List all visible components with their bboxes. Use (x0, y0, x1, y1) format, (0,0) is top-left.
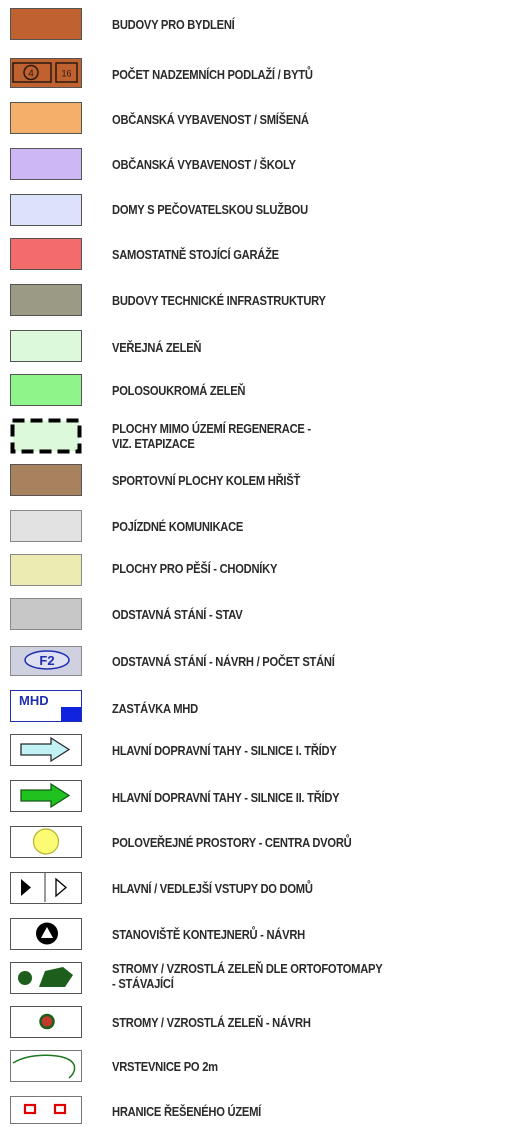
yellow-circle-icon (32, 828, 60, 855)
legend-label-line1: STROMY / VZROSTLÁ ZELEŇ DLE ORTOFOTOMAPY (112, 961, 383, 976)
legend-label: POLOVEŘEJNÉ PROSTORY - CENTRA DVORŮ (112, 835, 352, 850)
swatch-entrances (10, 872, 82, 904)
swatch-trees-proposal (10, 1006, 82, 1038)
swatch-sidewalks (10, 554, 82, 586)
legend-label: VRSTEVNICE PO 2m (112, 1059, 218, 1074)
dashed-boundary-icon (10, 418, 82, 454)
swatch-floors-flats: 4 16 (10, 58, 82, 88)
legend-label: HLAVNÍ / VEDLEJŠÍ VSTUPY DO DOMŮ (112, 881, 313, 896)
swatch-technical (10, 284, 82, 316)
legend-label: HLAVNÍ DOPRAVNÍ TAHY - SILNICE II. TŘÍDY (112, 790, 340, 805)
legend-label-line2: - STÁVAJÍCÍ (112, 976, 174, 991)
legend-label-line1: PLOCHY MIMO ÚZEMÍ REGENERACE - (112, 421, 311, 436)
swatch-container-sites (10, 918, 82, 950)
parking-count-badge: F2 (24, 650, 70, 670)
parking-count: F2 (39, 653, 54, 668)
arrow-right-green-icon (20, 782, 71, 809)
swatch-parking-existing (10, 598, 82, 630)
swatch-parking-proposal: F2 (10, 646, 82, 676)
bus-stop-marker-icon (61, 707, 81, 721)
floors-flats-icon: 4 16 (12, 62, 78, 83)
legend-label: HLAVNÍ DOPRAVNÍ TAHY - SILNICE I. TŘÍDY (112, 743, 337, 758)
flats-number: 16 (61, 69, 71, 79)
tree-proposal-icon (39, 1013, 55, 1030)
legend-label: BUDOVY TECHNICKÉ INFRASTRUKTURY (112, 293, 326, 308)
legend-label: ODSTAVNÁ STÁNÍ - STAV (112, 607, 243, 622)
legend-label: POČET NADZEMNÍCH PODLAŽÍ / BYTŮ (112, 67, 313, 82)
swatch-courtyard-centers (10, 826, 82, 858)
legend-label: OBČANSKÁ VYBAVENOST / ŠKOLY (112, 157, 296, 172)
swatch-civic-schools (10, 148, 82, 180)
swatch-garages (10, 238, 82, 270)
container-triangle-icon (36, 922, 58, 945)
swatch-main-roads-class1 (10, 734, 82, 766)
legend-label: STANOVIŠTĚ KONTEJNERŮ - NÁVRH (112, 927, 305, 942)
swatch-roads (10, 510, 82, 542)
legend-label: ZASTÁVKA MHD (112, 701, 198, 716)
legend-label: POJÍZDNÉ KOMUNIKACE (112, 519, 244, 534)
arrow-right-light-icon (20, 736, 71, 763)
swatch-main-roads-class2 (10, 780, 82, 812)
swatch-sports (10, 464, 82, 496)
swatch-contours (10, 1050, 82, 1082)
swatch-bus-stop: MHD (10, 690, 82, 722)
swatch-trees-existing (10, 962, 82, 994)
contour-line-icon (12, 1054, 76, 1079)
legend-label: VEŘEJNÁ ZELEŇ (112, 340, 202, 355)
swatch-semiprivate-greenery (10, 374, 82, 406)
boundary-squares-icon (23, 1103, 67, 1115)
floors-number: 4 (28, 69, 34, 80)
legend-label: SAMOSTATNĚ STOJÍCÍ GARÁŽE (112, 247, 279, 262)
legend-label: ODSTAVNÁ STÁNÍ - NÁVRH / POČET STÁNÍ (112, 654, 335, 669)
trees-existing-icon (18, 967, 73, 987)
swatch-civic-mixed (10, 102, 82, 134)
bus-stop-sign-text: MHD (19, 693, 49, 708)
legend-label: POLOSOUKROMÁ ZELEŇ (112, 383, 246, 398)
swatch-residential (10, 8, 82, 40)
legend-label: STROMY / VZROSTLÁ ZELEŇ - NÁVRH (112, 1015, 311, 1030)
swatch-outside-regeneration (10, 418, 82, 454)
legend-label: SPORTOVNÍ PLOCHY KOLEM HŘIŠŤ (112, 473, 301, 488)
legend-label-line2: VIZ. ETAPIZACE (112, 436, 195, 451)
legend: BUDOVY PRO BYDLENÍ 4 16 POČET NADZEMNÍCH… (0, 0, 512, 1127)
legend-label: BUDOVY PRO BYDLENÍ (112, 17, 235, 32)
swatch-public-greenery (10, 330, 82, 362)
legend-label: OBČANSKÁ VYBAVENOST / SMÍŠENÁ (112, 112, 309, 127)
legend-label: DOMY S PEČOVATELSKOU SLUŽBOU (112, 202, 308, 217)
legend-label: PLOCHY PRO PĚŠÍ - CHODNÍKY (112, 561, 278, 576)
entrance-triangles-icon (21, 873, 68, 902)
legend-label: HRANICE ŘEŠENÉHO ÚZEMÍ (112, 1104, 261, 1119)
swatch-boundary (10, 1096, 82, 1124)
swatch-care-homes (10, 194, 82, 226)
